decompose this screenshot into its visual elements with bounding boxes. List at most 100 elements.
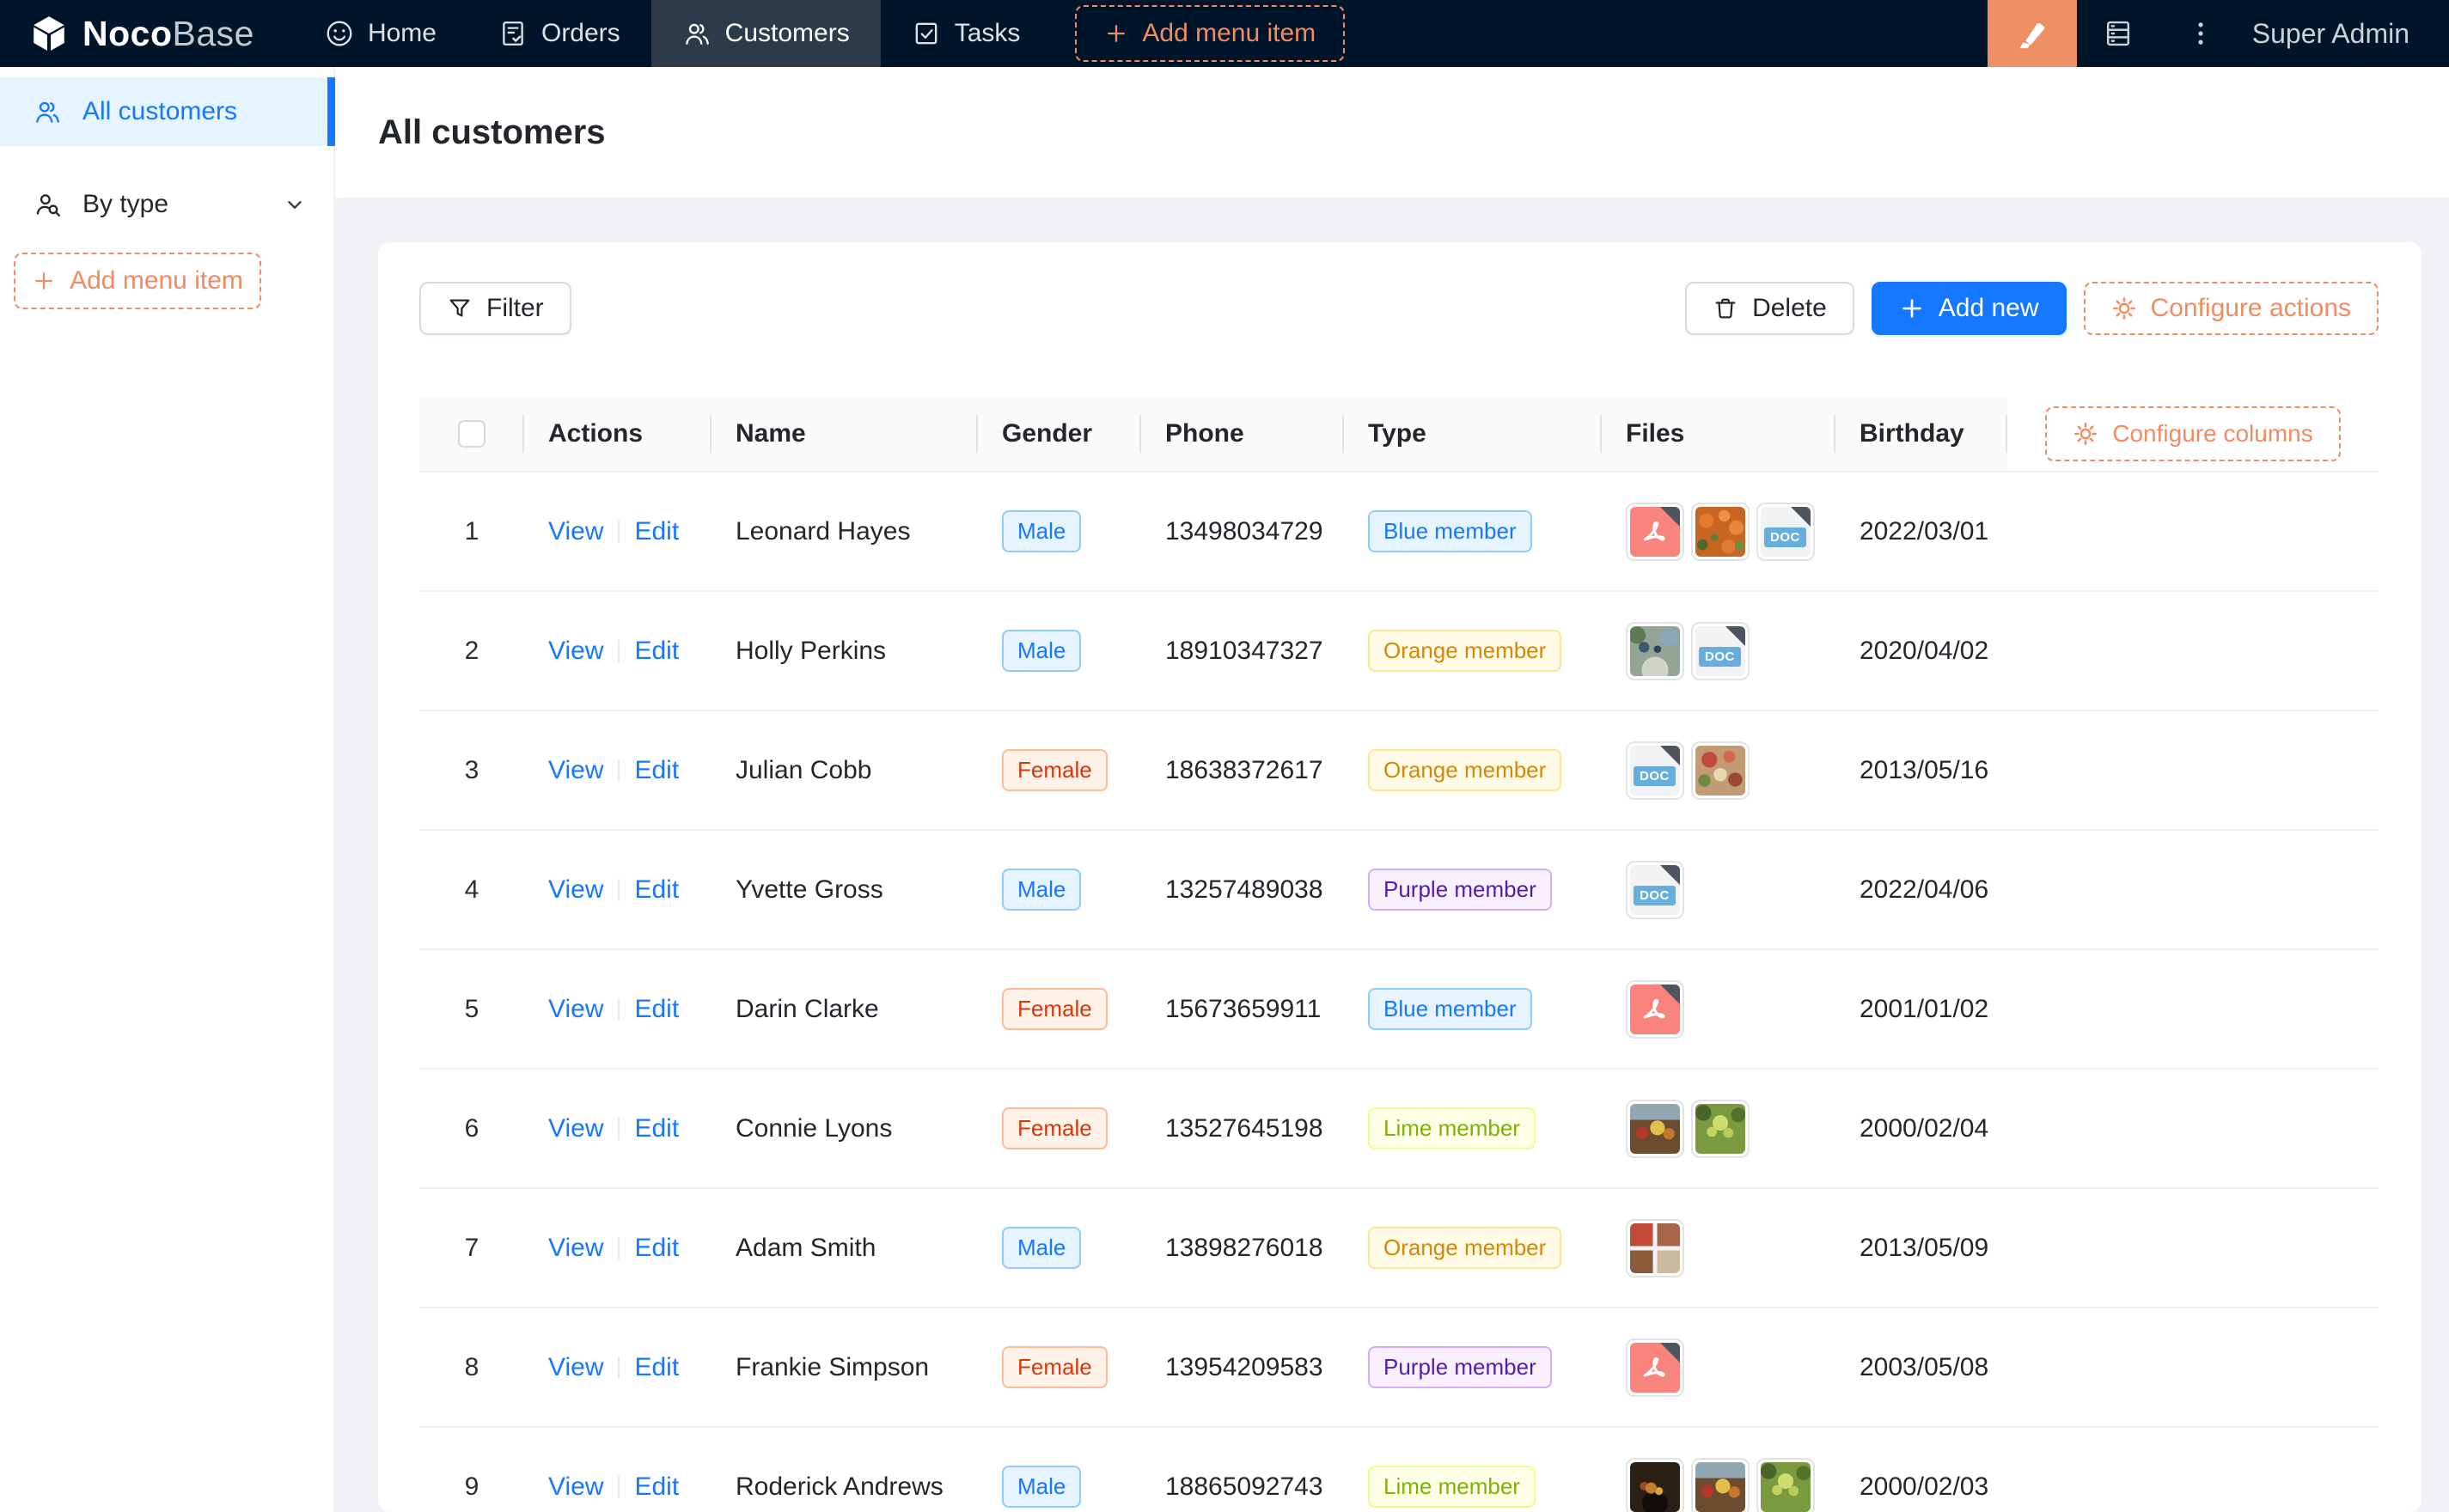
configure-actions-button[interactable]: Configure actions: [2084, 282, 2379, 335]
sidebar-item-all-customers[interactable]: All customers: [0, 77, 333, 146]
type-cell: Purple member: [1344, 869, 1602, 911]
photo-garden-file-thumbnail[interactable]: [1626, 622, 1684, 680]
doc-file-thumbnail[interactable]: DOC: [1756, 503, 1815, 561]
row-actions: View Edit: [524, 517, 711, 546]
plus-icon: [32, 269, 56, 293]
phone-number: 18865092743: [1141, 1472, 1344, 1502]
edit-link[interactable]: Edit: [634, 1472, 679, 1501]
user-menu[interactable]: Super Admin: [2242, 18, 2449, 50]
gender-cell: Female: [978, 988, 1141, 1030]
birthday-date: 2020/04/02: [1835, 637, 2007, 666]
nav-item-orders[interactable]: Orders: [467, 0, 651, 67]
gender-cell: Male: [978, 1227, 1141, 1269]
photo-grapes-file-thumbnail[interactable]: [1756, 1458, 1815, 1512]
photo-collage-file-thumbnail[interactable]: [1626, 1219, 1684, 1277]
column-header-actions: Actions: [524, 397, 711, 471]
view-link[interactable]: View: [548, 517, 603, 546]
view-link[interactable]: View: [548, 637, 603, 665]
table-body: 1ViewEditLeonard HayesMale13498034729Blu…: [419, 472, 2379, 1512]
plugin-manager-button[interactable]: [2077, 0, 2159, 67]
configure-actions-label: Configure actions: [2151, 294, 2351, 323]
photo-orange-dish-file-thumbnail[interactable]: [1691, 503, 1750, 561]
gender-tag: Male: [1002, 510, 1081, 552]
file-thumbnails: [1626, 1338, 1835, 1397]
view-link[interactable]: View: [548, 1353, 603, 1381]
photo-fruit-still-file-thumbnail[interactable]: [1626, 1100, 1684, 1158]
actions-divider: [618, 640, 620, 662]
funnel-icon: [447, 296, 473, 321]
photo-platter-file-thumbnail[interactable]: [1691, 741, 1750, 800]
phone-number: 15673659911: [1141, 995, 1344, 1024]
people-icon: [33, 97, 62, 126]
gender-tag: Female: [1002, 988, 1108, 1030]
actions-divider: [618, 1118, 620, 1140]
birthday-date: 2000/02/04: [1835, 1114, 2007, 1143]
member-type-tag: Orange member: [1368, 1227, 1561, 1269]
filter-button[interactable]: Filter: [419, 282, 571, 335]
select-all-checkbox[interactable]: [458, 420, 486, 448]
pdf-file-thumbnail[interactable]: [1626, 503, 1684, 561]
files-cell: [1602, 1219, 1835, 1277]
photo-grapes-file-thumbnail[interactable]: [1691, 1100, 1750, 1158]
user-search-icon: [33, 190, 62, 219]
edit-link[interactable]: Edit: [634, 1353, 679, 1381]
member-type-tag: Blue member: [1368, 510, 1532, 552]
edit-link[interactable]: Edit: [634, 637, 679, 665]
photo-dark-bowl-file-thumbnail[interactable]: [1626, 1458, 1684, 1512]
files-cell: DOC: [1602, 503, 1835, 561]
edit-link[interactable]: Edit: [634, 995, 679, 1023]
edit-link[interactable]: Edit: [634, 875, 679, 904]
file-thumbnails: DOC: [1626, 741, 1835, 800]
doc-file-thumbnail[interactable]: DOC: [1626, 861, 1684, 919]
edit-link[interactable]: Edit: [634, 1234, 679, 1262]
nav-item-home[interactable]: Home: [294, 0, 467, 67]
more-actions-button[interactable]: [2159, 0, 2242, 67]
view-link[interactable]: View: [548, 1114, 603, 1143]
gear-icon: [2073, 421, 2098, 447]
photo-orange-dish-image: [1695, 507, 1745, 557]
birthday-date: 2022/04/06: [1835, 875, 2007, 905]
files-cell: DOC: [1602, 741, 1835, 800]
page-title: All customers: [378, 113, 606, 152]
chevron-down-icon: [282, 192, 308, 217]
edit-link[interactable]: Edit: [634, 756, 679, 784]
nav-add-menu-item-label: Add menu item: [1142, 19, 1316, 48]
actions-divider: [618, 998, 620, 1021]
view-link[interactable]: View: [548, 995, 603, 1023]
nav-item-tasks[interactable]: Tasks: [881, 0, 1052, 67]
photo-platter-image: [1695, 746, 1745, 796]
view-link[interactable]: View: [548, 1472, 603, 1501]
member-type-tag: Purple member: [1368, 869, 1552, 911]
type-cell: Blue member: [1344, 510, 1602, 552]
phone-number: 13498034729: [1141, 517, 1344, 546]
photo-garden-image: [1630, 626, 1680, 676]
view-link[interactable]: View: [548, 875, 603, 904]
delete-button[interactable]: Delete: [1685, 282, 1854, 335]
nav-item-customers[interactable]: Customers: [651, 0, 881, 67]
edit-link[interactable]: Edit: [634, 517, 679, 546]
file-thumbnails: [1626, 1458, 1835, 1512]
add-new-button[interactable]: Add new: [1872, 282, 2067, 335]
view-link[interactable]: View: [548, 1234, 603, 1262]
nav-add-menu-item-button[interactable]: Add menu item: [1075, 5, 1345, 62]
file-thumbnails: [1626, 980, 1835, 1039]
member-type-tag: Blue member: [1368, 988, 1532, 1030]
ui-editor-button[interactable]: [1988, 0, 2077, 67]
nocobase-logo[interactable]: NocoBase: [29, 14, 254, 54]
view-link[interactable]: View: [548, 756, 603, 784]
edit-link[interactable]: Edit: [634, 1114, 679, 1143]
configure-columns-button[interactable]: Configure columns: [2045, 406, 2340, 461]
doc-file-thumbnail[interactable]: DOC: [1691, 622, 1750, 680]
customer-name: Julian Cobb: [711, 756, 978, 785]
actions-divider: [618, 521, 620, 543]
sidebar: All customers By type Add menu item: [0, 67, 335, 1512]
row-actions: View Edit: [524, 1472, 711, 1502]
pdf-file-thumbnail[interactable]: [1626, 1338, 1684, 1397]
sidebar-add-menu-item-button[interactable]: Add menu item: [14, 253, 261, 309]
pdf-file-thumbnail[interactable]: [1626, 980, 1684, 1039]
photo-fruit-still-file-thumbnail[interactable]: [1691, 1458, 1750, 1512]
files-cell: DOC: [1602, 861, 1835, 919]
gender-tag: Male: [1002, 869, 1081, 911]
doc-file-thumbnail[interactable]: DOC: [1626, 741, 1684, 800]
sidebar-item-by-type[interactable]: By type: [0, 170, 333, 239]
